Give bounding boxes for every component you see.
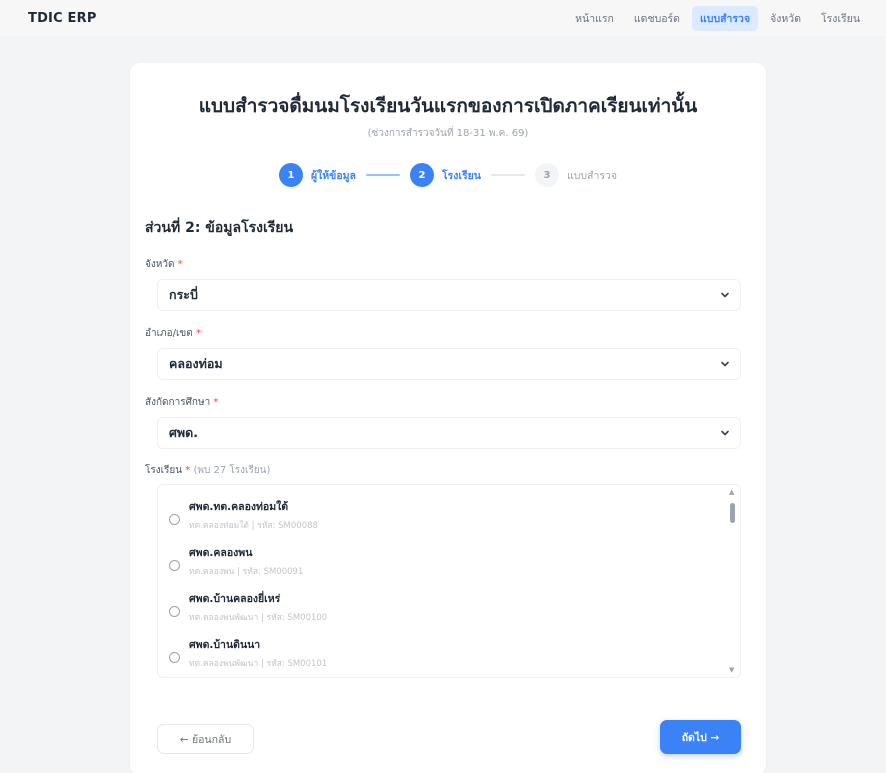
triangle-down-icon[interactable]: ▼ bbox=[729, 666, 734, 674]
chevron-down-icon bbox=[721, 430, 729, 436]
nav-survey[interactable]: แบบสำรวจ bbox=[692, 5, 759, 31]
school-option-text: ศพด.บ้านดินนา ทต.คลองพนพัฒนา | รหัส: SM0… bbox=[189, 636, 327, 670]
school-option[interactable]: ศพด.บ้านดินนา ทต.คลองพนพัฒนา | รหัส: SM0… bbox=[158, 631, 728, 675]
chevron-down-icon bbox=[721, 361, 729, 367]
school-name: ศพด.คลองพน bbox=[189, 547, 253, 559]
radio-button[interactable] bbox=[169, 605, 180, 617]
step-number: 1 bbox=[278, 163, 303, 187]
school-meta: ทต.คลองพนพัฒนา | รหัส: SM00101 bbox=[189, 659, 328, 669]
nav-links: หน้าแรก แดชบอร์ด แบบสำรวจ จังหวัด โรงเรี… bbox=[567, 5, 868, 31]
affiliation-value: ศพด. bbox=[169, 425, 199, 440]
school-option-text: ศพด.บ้านคลองยี่เหร่ ทต.คลองพนพัฒนา | รหั… bbox=[189, 590, 327, 624]
radio-button[interactable] bbox=[169, 513, 180, 525]
school-option[interactable]: ศพด.บ้านคลองยี่เหร่ ทต.คลองพนพัฒนา | รหั… bbox=[158, 585, 728, 629]
school-name: ศพด.บ้านคลองยี่เหร่ bbox=[189, 593, 281, 605]
school-option[interactable]: ศพด.ทต.คลองท่อมใต้ ทต.คลองท่อมใต้ | รหัส… bbox=[158, 493, 728, 537]
province-select[interactable]: กระบี่ bbox=[157, 279, 741, 311]
radio-button[interactable] bbox=[169, 559, 180, 571]
step-label: แบบสำรวจ bbox=[566, 169, 618, 182]
radio-button[interactable] bbox=[169, 651, 180, 663]
required-marker: * bbox=[177, 259, 183, 270]
top-navbar: TDIC ERP หน้าแรก แดชบอร์ด แบบสำรวจ จังหว… bbox=[0, 0, 886, 36]
school-name: ศพด.ทต.คลองท่อมใต้ bbox=[189, 501, 289, 513]
required-marker: * bbox=[185, 465, 191, 476]
step-label: ผู้ให้ข้อมูล bbox=[310, 169, 356, 182]
nav-province[interactable]: จังหวัด bbox=[762, 6, 809, 31]
school-option[interactable]: ศพด.คลองพน ทต.คลองพน | รหัส: SM00091 bbox=[158, 539, 728, 583]
affiliation-label: สังกัดการศึกษา * bbox=[145, 395, 218, 410]
district-select[interactable]: คลองท่อม bbox=[157, 348, 741, 380]
survey-form-card: แบบสำรวจดื่มนมโรงเรียนวันแรกของการเปิดภา… bbox=[130, 63, 766, 773]
list-scrollbar[interactable]: ▲ ▼ bbox=[726, 485, 740, 677]
scroll-thumb[interactable] bbox=[730, 503, 735, 523]
school-count-hint: (พบ 27 โรงเรียน) bbox=[193, 465, 271, 476]
step-informant: 1 ผู้ให้ข้อมูล bbox=[278, 163, 356, 187]
nav-home[interactable]: หน้าแรก bbox=[567, 6, 622, 31]
school-label-text: โรงเรียน bbox=[145, 465, 183, 476]
affiliation-select[interactable]: ศพด. bbox=[157, 417, 741, 449]
brand-logo[interactable]: TDIC ERP bbox=[28, 11, 97, 26]
school-radio-list[interactable]: ศพด.ทต.คลองท่อมใต้ ทต.คลองท่อมใต้ | รหัส… bbox=[157, 484, 741, 678]
page-title: แบบสำรวจดื่มนมโรงเรียนวันแรกของการเปิดภา… bbox=[198, 95, 698, 117]
school-meta: ทต.คลองพนพัฒนา | รหัส: SM00100 bbox=[189, 613, 328, 623]
step-number: 2 bbox=[409, 163, 434, 187]
chevron-down-icon bbox=[721, 292, 729, 298]
triangle-up-icon[interactable]: ▲ bbox=[729, 488, 734, 496]
school-meta: ทต.คลองท่อมใต้ | รหัส: SM00088 bbox=[189, 521, 318, 531]
affiliation-label-text: สังกัดการศึกษา bbox=[145, 397, 211, 408]
district-label: อำเภอ/เขต * bbox=[145, 326, 201, 341]
step-school: 2 โรงเรียน bbox=[409, 163, 481, 187]
step-number: 3 bbox=[534, 163, 559, 187]
survey-period: (ช่วงการสำรวจวันที่ 18-31 พ.ค. 69) bbox=[367, 128, 529, 139]
form-stepper: 1 ผู้ให้ข้อมูล 2 โรงเรียน 3 แบบสำรวจ bbox=[130, 163, 766, 187]
step-connector bbox=[365, 174, 400, 176]
nav-dashboard[interactable]: แดชบอร์ด bbox=[626, 6, 688, 31]
step-label: โรงเรียน bbox=[441, 169, 481, 182]
section-title: ส่วนที่ 2: ข้อมูลโรงเรียน bbox=[145, 220, 294, 236]
step-survey: 3 แบบสำรวจ bbox=[534, 163, 618, 187]
next-button[interactable]: ถัดไป → bbox=[660, 720, 741, 754]
province-label: จังหวัด * bbox=[145, 257, 183, 272]
step-connector bbox=[490, 174, 525, 176]
province-value: กระบี่ bbox=[169, 287, 198, 302]
district-label-text: อำเภอ/เขต bbox=[145, 328, 193, 339]
school-option-text: ศพด.คลองพน ทต.คลองพน | รหัส: SM00091 bbox=[189, 544, 303, 578]
required-marker: * bbox=[195, 328, 201, 339]
school-label: โรงเรียน * (พบ 27 โรงเรียน) bbox=[145, 463, 270, 478]
back-button[interactable]: ← ย้อนกลับ bbox=[157, 724, 254, 754]
school-meta: ทต.คลองพน | รหัส: SM00091 bbox=[189, 567, 304, 577]
school-option-text: ศพด.ทต.คลองท่อมใต้ ทต.คลองท่อมใต้ | รหัส… bbox=[189, 498, 318, 532]
district-value: คลองท่อม bbox=[169, 356, 223, 371]
province-label-text: จังหวัด bbox=[145, 259, 175, 270]
school-name: ศพด.บ้านดินนา bbox=[189, 639, 261, 651]
required-marker: * bbox=[213, 397, 219, 408]
nav-school[interactable]: โรงเรียน bbox=[813, 6, 868, 31]
